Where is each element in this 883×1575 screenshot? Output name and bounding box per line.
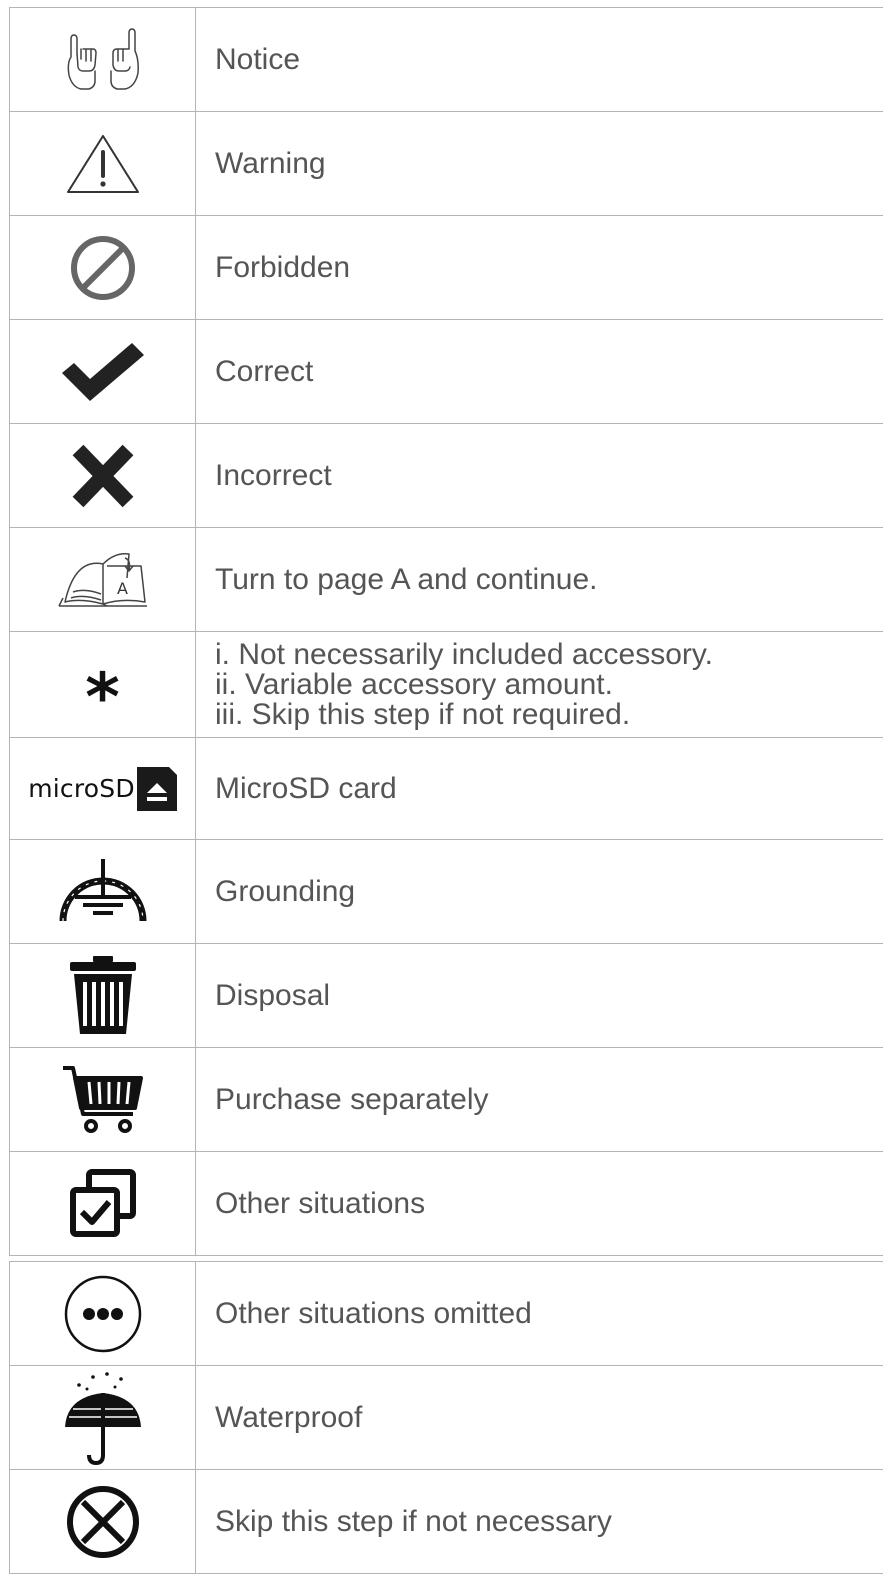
row-label: Incorrect: [195, 423, 883, 528]
table-row: Warning: [9, 111, 883, 216]
note-line-1: i. Not necessarily included accessory.: [215, 637, 713, 671]
icon-cell: [9, 423, 196, 528]
notice-hands-icon: [67, 27, 139, 90]
icon-cell: [9, 111, 196, 216]
icon-cell: [9, 7, 196, 112]
grounding-icon: [59, 858, 146, 921]
umbrella-icon: [64, 1371, 141, 1465]
row-label: MicroSD card: [195, 737, 883, 840]
table-row: Purchase separately: [9, 1047, 883, 1152]
trash-can-icon: [69, 955, 136, 1034]
circle-x-icon: [66, 1485, 139, 1558]
table-row: Waterproof: [9, 1365, 883, 1470]
icon-cell: [9, 319, 196, 424]
row-label: Purchase separately: [195, 1047, 883, 1152]
row-label: Warning: [195, 111, 883, 216]
table-row: Other situations omitted: [9, 1261, 883, 1366]
row-label: Forbidden: [195, 215, 883, 320]
note-line-3: iii. Skip this step if not required.: [215, 697, 631, 731]
table-row: Grounding: [9, 839, 883, 944]
icon-cell: [9, 1261, 196, 1366]
icon-cell: [9, 1151, 196, 1256]
table-row: Incorrect: [9, 423, 883, 528]
row-label: Turn to page A and continue.: [195, 527, 883, 632]
symbol-legend-table-continued: Other situations omitted Waterproof Skip…: [9, 1261, 883, 1574]
ellipsis-circle-icon: [64, 1275, 141, 1352]
icon-cell: [9, 1365, 196, 1470]
row-label: Other situations: [195, 1151, 883, 1256]
table-row: Forbidden: [9, 215, 883, 320]
book-letter: A: [117, 579, 128, 598]
table-row: microSD MicroSD card: [9, 737, 883, 840]
row-label: Correct: [195, 319, 883, 424]
table-row: Correct: [9, 319, 883, 424]
row-label-multiline: i. Not necessarily included accessory. i…: [195, 631, 883, 738]
checkmark-icon: [61, 342, 144, 401]
shopping-cart-icon: [62, 1065, 143, 1133]
microsd-text: microSD: [28, 774, 135, 803]
table-row: Other situations: [9, 1151, 883, 1256]
icon-cell: *: [9, 631, 196, 738]
sd-card-icon: [136, 766, 177, 811]
row-label: Grounding: [195, 839, 883, 944]
icon-cell: [9, 943, 196, 1048]
cross-icon: [72, 444, 133, 507]
table-row: * i. Not necessarily included accessory.…: [9, 631, 883, 738]
table-row: A Turn to page A and continue.: [9, 527, 883, 632]
symbol-legend-table: Notice Warning Forbidden Correct Incorre…: [9, 7, 883, 1256]
table-row: Notice: [9, 7, 883, 112]
asterisk-icon: *: [85, 658, 120, 736]
icon-cell: [9, 839, 196, 944]
icon-cell: A: [9, 527, 196, 632]
row-label: Disposal: [195, 943, 883, 1048]
icon-cell: [9, 215, 196, 320]
microsd-icon: microSD: [10, 766, 195, 811]
table-row: Disposal: [9, 943, 883, 1048]
table-row: Skip this step if not necessary: [9, 1469, 883, 1574]
row-label: Other situations omitted: [195, 1261, 883, 1366]
warning-icon: [66, 134, 139, 193]
row-label: Waterproof: [195, 1365, 883, 1470]
icon-cell: [9, 1047, 196, 1152]
forbidden-icon: [70, 235, 135, 300]
checked-boxes-icon: [69, 1168, 136, 1237]
row-label: Notice: [195, 7, 883, 112]
open-book-icon: A: [57, 552, 147, 607]
note-line-2: ii. Variable accessory amount.: [215, 667, 613, 701]
icon-cell: [9, 1469, 196, 1574]
icon-cell: microSD: [9, 737, 196, 840]
row-label: Skip this step if not necessary: [195, 1469, 883, 1574]
